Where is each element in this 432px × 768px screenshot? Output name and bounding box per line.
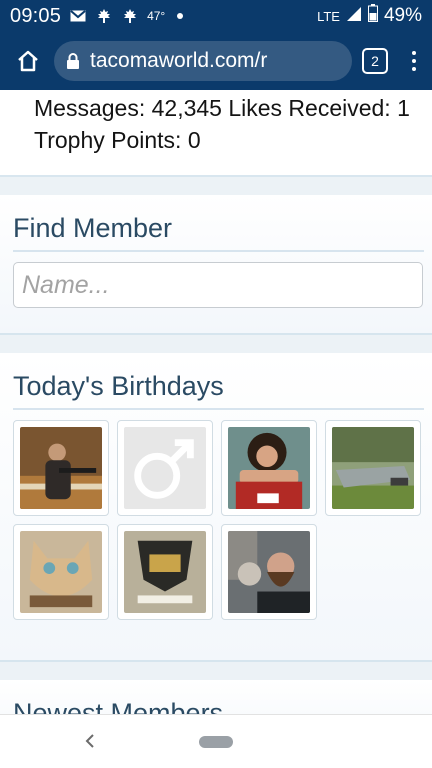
gmail-icon [69,7,87,25]
status-time: 09:05 [10,4,62,27]
avatar [228,531,310,613]
chevron-left-icon [85,734,94,748]
profile-stats-line: Messages: 42,345 Likes Received: 1 [34,95,410,121]
system-nav-bar [0,714,432,768]
maple-leaf-icon [121,7,139,25]
status-bar: 09:05 47° LTE 49% [0,0,432,32]
tab-switcher-button[interactable]: 2 [362,48,388,74]
avatar-bearded-man-cat[interactable] [221,524,317,620]
male-symbol-icon [124,427,206,509]
avatar-man-with-gun[interactable] [13,420,109,516]
lock-icon [67,53,79,69]
find-member-section: Find Member [0,195,432,335]
url-bar[interactable]: tacomaworld.com/r [54,41,352,81]
signal-icon [346,5,362,28]
notification-dot-icon [177,13,184,19]
network-type: LTE [317,8,340,24]
avatar-curly-hair-man[interactable] [221,420,317,516]
profile-stats: Messages: 42,345 Likes Received: 1 Troph… [0,90,432,177]
avatar [332,427,414,509]
avatar [124,531,206,613]
avatar [228,427,310,509]
avatar [20,531,102,613]
avatar-default-male[interactable] [117,420,213,516]
newest-members-section: Newest Members [0,680,432,714]
back-button[interactable] [80,729,100,753]
battery-percent: 49% [383,5,422,26]
avatar-cat[interactable] [13,524,109,620]
birthdays-section: Today's Birthdays [0,353,432,662]
find-member-title: Find Member [13,213,424,252]
overflow-menu-icon[interactable] [404,41,424,81]
browser-toolbar: tacomaworld.com/r 2 [0,32,432,90]
birthday-avatar-grid [13,420,424,620]
status-temperature: 47° [147,9,166,23]
home-icon [18,50,38,72]
newest-members-title: Newest Members [13,698,224,714]
avatar-badge[interactable] [117,524,213,620]
home-pill-button[interactable] [199,736,233,748]
member-name-input[interactable] [13,262,423,308]
avatar [20,427,102,509]
trophy-points: Trophy Points: 0 [34,127,201,153]
url-text: tacomaworld.com/r [90,49,268,72]
maple-leaf-icon [95,7,113,25]
home-button[interactable] [8,41,48,81]
page-content: Messages: 42,345 Likes Received: 1 Troph… [0,90,432,714]
avatar-boat[interactable] [325,420,421,516]
birthdays-title: Today's Birthdays [13,371,424,410]
battery-icon [367,4,378,28]
